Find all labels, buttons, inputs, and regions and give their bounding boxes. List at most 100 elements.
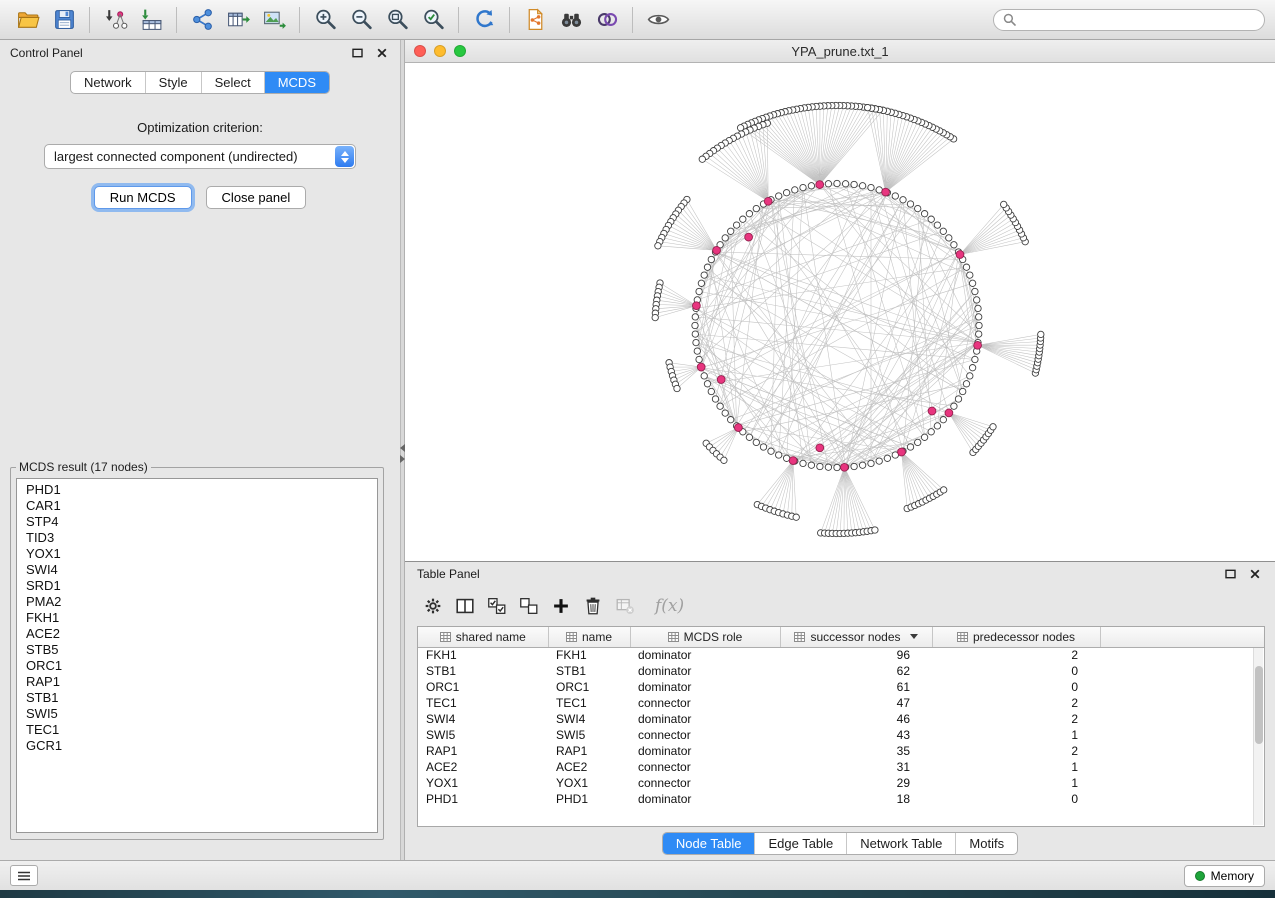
table-row[interactable]: TEC1TEC1connector472 (418, 695, 1264, 711)
mcds-result-list[interactable]: PHD1CAR1STP4TID3YOX1SWI4SRD1PMA2FKH1ACE2… (16, 478, 378, 833)
table-row[interactable]: SWI5SWI5connector431 (418, 727, 1264, 743)
export-table-button[interactable] (220, 4, 256, 36)
column-header-shared-name[interactable]: shared name (418, 627, 548, 647)
columns-button[interactable] (449, 591, 481, 621)
mcds-result-item[interactable]: SWI5 (26, 706, 368, 722)
eye-button[interactable] (640, 4, 676, 36)
close-panel-action-button[interactable]: Close panel (206, 186, 307, 209)
mcds-result-item[interactable]: STB5 (26, 642, 368, 658)
unselect-all-button[interactable] (513, 591, 545, 621)
network-graph[interactable] (405, 63, 1275, 561)
optimization-criterion-select[interactable]: largest connected component (undirected) (44, 144, 356, 169)
table-row[interactable]: FKH1FKH1dominator962 (418, 647, 1264, 663)
mcds-result-item[interactable]: TID3 (26, 530, 368, 546)
analyzer-button[interactable] (589, 4, 625, 36)
mcds-result-item[interactable]: TEC1 (26, 722, 368, 738)
close-table-panel-button[interactable] (1246, 566, 1263, 582)
table-cell: ORC1 (548, 679, 630, 695)
table-row[interactable]: STB1STB1dominator620 (418, 663, 1264, 679)
binoculars-button[interactable] (553, 4, 589, 36)
splitter-collapse-icon[interactable] (400, 444, 405, 463)
mcds-result-item[interactable]: YOX1 (26, 546, 368, 562)
float-table-panel-button[interactable] (1222, 566, 1239, 582)
mcds-result-item[interactable]: PHD1 (26, 482, 368, 498)
table-row[interactable]: YOX1YOX1connector291 (418, 775, 1264, 791)
import-table-button[interactable] (133, 4, 169, 36)
column-header-successor-nodes[interactable]: successor nodes (780, 627, 932, 647)
table-row[interactable]: RAP1RAP1dominator352 (418, 743, 1264, 759)
delete-table-button[interactable] (609, 591, 641, 621)
column-grid-icon (957, 632, 968, 642)
share-document-button[interactable] (517, 4, 553, 36)
column-grid-icon (794, 632, 805, 642)
mcds-result-item[interactable]: GCR1 (26, 738, 368, 754)
export-network-button[interactable] (184, 4, 220, 36)
tab-select[interactable]: Select (202, 72, 265, 93)
select-all-button[interactable] (481, 591, 513, 621)
refresh-button[interactable] (466, 4, 502, 36)
memory-button[interactable]: Memory (1184, 865, 1265, 887)
mcds-result-item[interactable]: STP4 (26, 514, 368, 530)
gear-button[interactable] (417, 591, 449, 621)
table-row[interactable]: PHD1PHD1dominator180 (418, 791, 1264, 807)
add-button[interactable] (545, 591, 577, 621)
table-row[interactable]: SWI4SWI4dominator462 (418, 711, 1264, 727)
export-image-button[interactable] (256, 4, 292, 36)
control-panel-header: Control Panel (0, 40, 400, 66)
table-cell: PHD1 (418, 791, 548, 807)
zoom-fit-button[interactable] (379, 4, 415, 36)
table-cell: ACE2 (418, 759, 548, 775)
zoom-out-button[interactable] (343, 4, 379, 36)
mcds-result-item[interactable]: RAP1 (26, 674, 368, 690)
search-icon (1003, 13, 1016, 26)
close-panel-button[interactable] (373, 45, 390, 61)
import-network-button[interactable] (97, 4, 133, 36)
minimize-window-button[interactable] (434, 45, 446, 57)
network-window-titlebar: YPA_prune.txt_1 (405, 40, 1275, 63)
tab-node-table[interactable]: Node Table (663, 833, 756, 854)
table-scrollbar[interactable] (1253, 648, 1263, 825)
status-menu-button[interactable] (10, 865, 38, 886)
table-cell: 62 (780, 663, 932, 679)
maximize-window-button[interactable] (454, 45, 466, 57)
run-mcds-button[interactable]: Run MCDS (94, 186, 192, 209)
table-cell: dominator (630, 791, 780, 807)
mcds-result-item[interactable]: ACE2 (26, 626, 368, 642)
mcds-result-item[interactable]: FKH1 (26, 610, 368, 626)
mcds-result-item[interactable]: PMA2 (26, 594, 368, 610)
zoom-selected-button[interactable] (415, 4, 451, 36)
float-panel-button[interactable] (349, 45, 366, 61)
open-folder-button[interactable] (10, 4, 46, 36)
tab-motifs[interactable]: Motifs (956, 833, 1017, 854)
tab-edge-table[interactable]: Edge Table (755, 833, 847, 854)
search-box[interactable] (993, 9, 1265, 31)
table-cell: 96 (780, 647, 932, 663)
mcds-result-item[interactable]: ORC1 (26, 658, 368, 674)
table-cell: PHD1 (548, 791, 630, 807)
control-panel-tabs: NetworkStyleSelectMCDS (70, 71, 330, 94)
tab-network-table[interactable]: Network Table (847, 833, 956, 854)
table-row[interactable]: ACE2ACE2connector311 (418, 759, 1264, 775)
search-input[interactable] (1022, 13, 1255, 27)
close-window-button[interactable] (414, 45, 426, 57)
trash-button[interactable] (577, 591, 609, 621)
table-row[interactable]: ORC1ORC1dominator610 (418, 679, 1264, 695)
table-cell: FKH1 (548, 647, 630, 663)
mcds-result-item[interactable]: STB1 (26, 690, 368, 706)
column-header-predecessor-nodes[interactable]: predecessor nodes (932, 627, 1100, 647)
panel-splitter[interactable] (400, 40, 405, 860)
column-header-name[interactable]: name (548, 627, 630, 647)
zoom-in-button[interactable] (307, 4, 343, 36)
status-bar: Memory (0, 860, 1275, 890)
tab-style[interactable]: Style (146, 72, 202, 93)
network-canvas[interactable] (405, 63, 1275, 561)
column-header-mcds-role[interactable]: MCDS role (630, 627, 780, 647)
save-button[interactable] (46, 4, 82, 36)
tab-mcds[interactable]: MCDS (265, 72, 329, 93)
function-builder-label[interactable]: f(x) (655, 596, 684, 616)
mcds-result-item[interactable]: SRD1 (26, 578, 368, 594)
mcds-result-item[interactable]: SWI4 (26, 562, 368, 578)
mcds-result-item[interactable]: CAR1 (26, 498, 368, 514)
tab-network[interactable]: Network (71, 72, 146, 93)
table-scrollbar-thumb[interactable] (1255, 666, 1263, 744)
